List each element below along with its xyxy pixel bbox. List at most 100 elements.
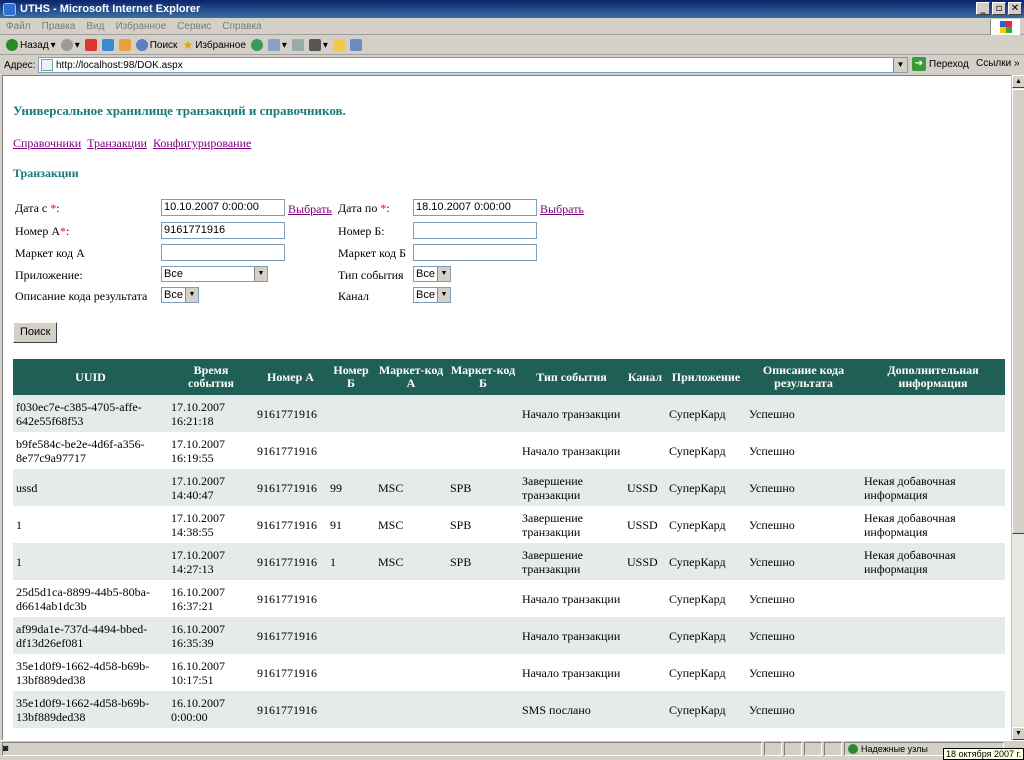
- event-type-label: Тип события: [338, 268, 404, 282]
- menu-view[interactable]: Вид: [86, 21, 104, 32]
- event-type-select[interactable]: Все ▼: [413, 266, 451, 282]
- table-cell: Успешно: [746, 654, 861, 691]
- scroll-up-arrow-icon[interactable]: ▲: [1012, 75, 1024, 88]
- address-input[interactable]: http://localhost:98/DOK.aspx ▼: [38, 57, 908, 73]
- nav-link-directories[interactable]: Справочники: [13, 136, 81, 151]
- nav-link-configuration[interactable]: Конфигурирование: [153, 136, 251, 151]
- result-description-select[interactable]: Все ▼: [161, 287, 199, 303]
- date-tooltip: 18 октября 2007 г.: [943, 748, 1024, 760]
- table-cell: [624, 395, 666, 432]
- vertical-scrollbar[interactable]: ▲ ▼: [1011, 75, 1024, 740]
- forward-button[interactable]: ▾: [60, 39, 80, 51]
- table-cell: [447, 580, 519, 617]
- table-cell: USSD: [624, 469, 666, 506]
- menu-file[interactable]: Файл: [6, 21, 31, 32]
- table-cell: [375, 691, 447, 728]
- status-bar: ◙ Надежные узлы: [0, 740, 1024, 756]
- table-cell: [375, 617, 447, 654]
- market-code-a-input[interactable]: [161, 244, 285, 261]
- table-cell: Начало транзакции: [519, 432, 624, 469]
- refresh-button[interactable]: [101, 39, 114, 51]
- table-cell: 1: [13, 506, 168, 543]
- table-cell: [519, 728, 624, 740]
- back-button[interactable]: Назад ▾: [6, 39, 56, 51]
- date-from-label: Дата с *:: [15, 201, 60, 215]
- edit-button[interactable]: ▾: [308, 39, 328, 51]
- maximize-button[interactable]: ▫: [992, 2, 1006, 15]
- dropdown-arrow-icon[interactable]: ▼: [893, 58, 907, 72]
- table-cell: SPB: [447, 469, 519, 506]
- table-cell: [624, 691, 666, 728]
- number-b-input[interactable]: [413, 222, 537, 239]
- table-cell: Начало транзакции: [519, 654, 624, 691]
- table-cell: [327, 432, 375, 469]
- table-cell: Начало транзакции: [519, 580, 624, 617]
- menu-help[interactable]: Справка: [222, 21, 261, 32]
- table-body: f030ec7e-c385-4705-affe-642e55f68f53 17.1…: [13, 395, 1005, 740]
- nav-link-transactions[interactable]: Транзакции: [87, 136, 147, 151]
- minimize-button[interactable]: _: [976, 2, 990, 15]
- date-to-input[interactable]: 18.10.2007 0:00:00: [413, 199, 537, 216]
- links-button[interactable]: Ссылки »: [976, 58, 1020, 69]
- print-button[interactable]: [291, 39, 304, 51]
- table-cell: SMS послано: [519, 691, 624, 728]
- search-submit-button[interactable]: Поиск: [13, 322, 58, 343]
- table-cell: 99: [327, 469, 375, 506]
- chevron-down-icon: ▾: [50, 39, 56, 51]
- folder-icon: [332, 39, 345, 51]
- channel-label: Канал: [338, 289, 370, 303]
- menu-tools[interactable]: Сервис: [177, 21, 211, 32]
- status-pane: [824, 741, 842, 756]
- table-cell: 9161771916: [254, 580, 327, 617]
- table-cell: СуперКард: [666, 654, 746, 691]
- scroll-thumb[interactable]: [1012, 89, 1024, 534]
- table-header-row: UUID Время события Номер А Номер Б Маркет-ко…: [13, 359, 1005, 395]
- table-cell: [746, 728, 861, 740]
- history-button[interactable]: [250, 39, 263, 51]
- channel-select[interactable]: Все ▼: [413, 287, 451, 303]
- table-cell: MSC: [375, 543, 447, 580]
- date-from-choose-link[interactable]: Выбрать: [288, 202, 332, 217]
- search-button[interactable]: Поиск: [135, 39, 177, 51]
- table-cell: 35e1d0f9-1662-4d58-b69b-13bf889ded38: [13, 691, 168, 728]
- number-a-input[interactable]: 9161771916: [161, 222, 285, 239]
- column-header: Время события: [168, 359, 254, 395]
- scroll-down-arrow-icon[interactable]: ▼: [1012, 727, 1024, 740]
- menu-favorites[interactable]: Избранное: [115, 21, 166, 32]
- table-cell: [624, 580, 666, 617]
- application-select[interactable]: Все ▼: [161, 266, 268, 282]
- menu-edit[interactable]: Правка: [42, 21, 76, 32]
- table-cell: Некая добавочная информация: [861, 506, 1005, 543]
- table-cell: СуперКард: [666, 691, 746, 728]
- table-cell: USSD: [624, 543, 666, 580]
- table-cell: [861, 617, 1005, 654]
- table-cell: 91: [327, 506, 375, 543]
- favorites-button[interactable]: ★ Избранное: [182, 38, 245, 52]
- messenger-icon: [349, 39, 362, 51]
- table-cell: 25d5d1ca-8899-44b5-80ba-d6614ab1dc3b: [13, 580, 168, 617]
- home-button[interactable]: [118, 39, 131, 51]
- close-button[interactable]: ✕: [1008, 2, 1022, 15]
- mail-button[interactable]: ▾: [267, 39, 287, 51]
- go-button[interactable]: ➜ Переход: [912, 57, 969, 71]
- dropdown-arrow-icon: ▼: [185, 288, 198, 302]
- required-marker: *: [380, 201, 387, 215]
- date-to-choose-link[interactable]: Выбрать: [540, 202, 584, 217]
- table-cell: b9fe584c-be2e-4d6f-a356-8e77c9a97717: [13, 432, 168, 469]
- folder-button[interactable]: [332, 39, 345, 51]
- stop-button[interactable]: [84, 39, 97, 51]
- forward-arrow-icon: [60, 39, 73, 51]
- table-cell: 17.10.2007 14:27:13: [168, 543, 254, 580]
- number-b-label: Номер Б:: [338, 224, 385, 238]
- table-cell: [861, 395, 1005, 432]
- table-cell: 9161771916: [254, 395, 327, 432]
- market-code-b-input[interactable]: [413, 244, 537, 261]
- date-from-input[interactable]: 10.10.2007 0:00:00: [161, 199, 285, 216]
- back-arrow-icon: [6, 39, 18, 51]
- required-marker: *: [60, 224, 67, 238]
- table-cell: Завершение транзакции: [519, 469, 624, 506]
- table-cell: [624, 617, 666, 654]
- windows-flag-icon: [999, 21, 1012, 33]
- messenger-button[interactable]: [349, 39, 362, 51]
- table-cell: Успешно: [746, 691, 861, 728]
